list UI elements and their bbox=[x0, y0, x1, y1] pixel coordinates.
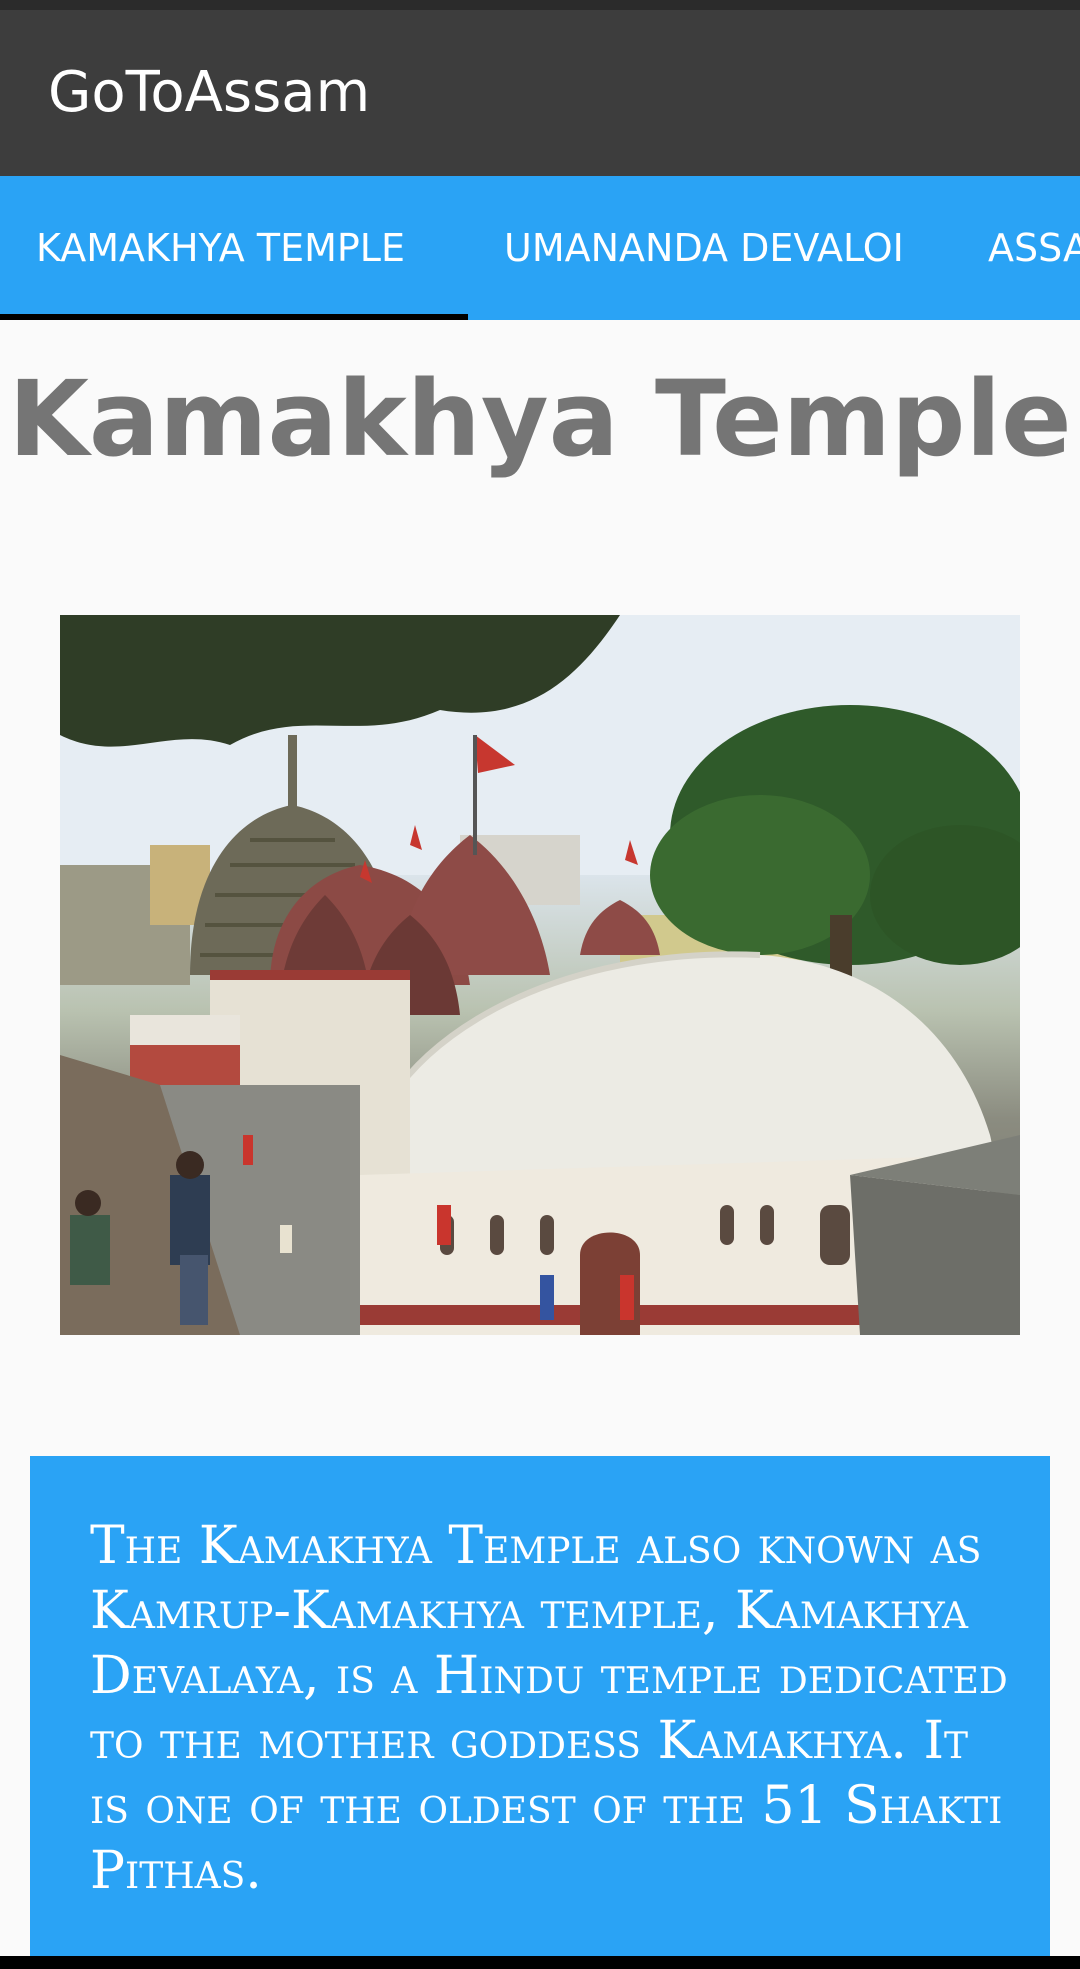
tab-umananda-devaloi[interactable]: UMANANDA DEVALOI bbox=[504, 176, 904, 320]
app-title: GoToAssam bbox=[48, 60, 371, 125]
description-text: The Kamakhya Temple also known as Kamrup… bbox=[90, 1516, 1008, 1901]
temple-photo bbox=[60, 615, 1020, 1335]
status-bar-edge bbox=[0, 0, 1080, 10]
page-title: Kamakhya Temple bbox=[8, 358, 1072, 480]
tab-kamakhya-temple[interactable]: KAMAKHYA TEMPLE bbox=[36, 176, 405, 320]
tab-assam[interactable]: ASSA bbox=[988, 176, 1080, 320]
bottom-edge bbox=[0, 1956, 1080, 1969]
app-bar: GoToAssam bbox=[0, 10, 1080, 176]
description-card: The Kamakhya Temple also known as Kamrup… bbox=[30, 1456, 1050, 1956]
tab-bar: KAMAKHYA TEMPLE UMANANDA DEVALOI ASSA bbox=[0, 176, 1080, 320]
content-area: Kamakhya Temple The Kamakhya Temple also… bbox=[0, 320, 1080, 1956]
